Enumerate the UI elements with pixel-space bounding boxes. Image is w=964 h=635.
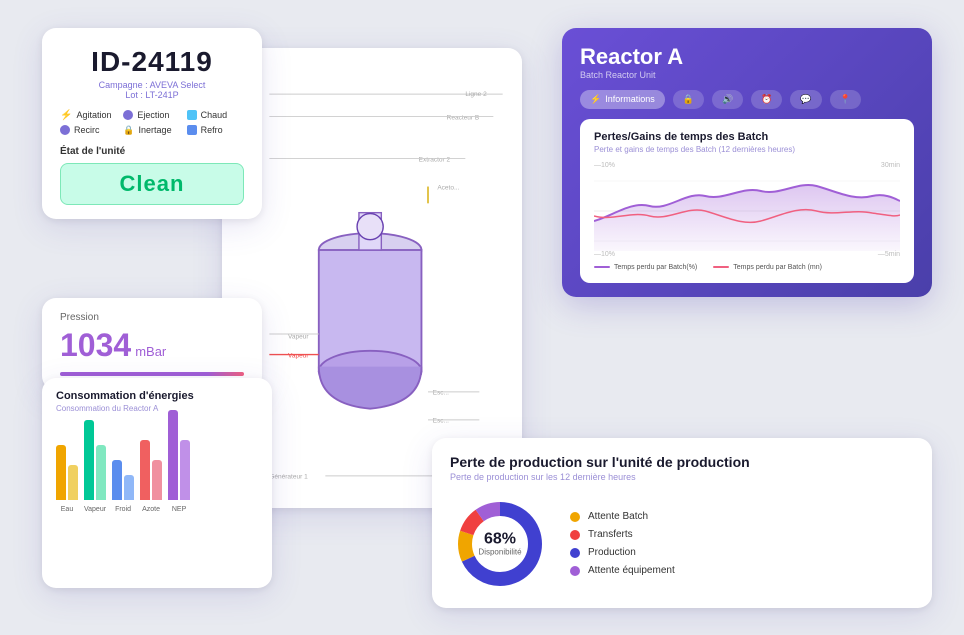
icon-grid: ⚡ Agitation Ejection Chaud Recirc 🔒 Iner… — [60, 110, 244, 136]
donut-label: Disponibilité — [478, 547, 521, 556]
bar-azote-1 — [140, 440, 150, 500]
legend-red: Temps perdu par Batch (mn) — [713, 264, 822, 271]
tab-sound[interactable]: 🔊 — [712, 90, 743, 109]
batch-chart-svg — [594, 171, 900, 251]
tab-clock[interactable]: ⏰ — [751, 90, 782, 109]
icon-recirc: Recirc — [60, 125, 117, 136]
svg-text:Aceto...: Aceto... — [437, 184, 459, 191]
production-content: 68% Disponibilité Attente Batch Transfer… — [450, 494, 914, 594]
axis-left-top: —10% — [594, 162, 615, 169]
bar-vapeur-2 — [96, 445, 106, 500]
bar-group-azote: Azote — [140, 440, 162, 513]
bar-label-eau: Eau — [61, 506, 73, 513]
dot-production — [570, 548, 580, 558]
bar-group-eau: Eau — [56, 445, 78, 513]
reactor-a-card: Reactor A Batch Reactor Unit ⚡ Informati… — [562, 28, 932, 297]
production-title: Perte de production sur l'unité de produ… — [450, 454, 914, 470]
dot-transferts — [570, 530, 580, 540]
batch-legend: Temps perdu par Batch(%) Temps perdu par… — [594, 264, 900, 271]
pressure-value: 1034 mBar — [60, 327, 244, 364]
legend-attente-batch: Attente Batch — [570, 511, 675, 522]
id-campaign: Campagne : AVEVA Select — [60, 80, 244, 90]
donut-chart: 68% Disponibilité — [450, 494, 550, 594]
energy-bar-chart: Eau Vapeur Froid — [56, 421, 258, 531]
energy-subtitle: Consommation du Reactor A — [56, 404, 258, 413]
bar-group-nep: NEP — [168, 410, 190, 513]
icon-refro: Refro — [187, 125, 244, 136]
pressure-label: Pression — [60, 312, 244, 323]
batch-chart-card: Pertes/Gains de temps des Batch Perte et… — [580, 119, 914, 283]
svg-text:Esc...: Esc... — [433, 389, 449, 396]
id-card: ID-24119 Campagne : AVEVA Select Lot : L… — [42, 28, 262, 219]
legend-line-red — [713, 266, 729, 268]
bar-eau-2 — [68, 465, 78, 500]
production-subtitle: Perte de production sur les 12 dernière … — [450, 472, 914, 482]
icon-inertage: 🔒 Inertage — [123, 125, 180, 136]
tab-location[interactable]: 📍 — [830, 90, 861, 109]
bar-nep-1 — [168, 410, 178, 500]
pressure-card: Pression 1034 mBar — [42, 298, 262, 390]
icon-agitation: ⚡ Agitation — [60, 110, 117, 121]
bar-nep-2 — [180, 440, 190, 500]
main-scene: ID-24119 Campagne : AVEVA Select Lot : L… — [22, 18, 942, 618]
legend-attente-equip: Attente équipement — [570, 565, 675, 576]
bar-label-vapeur: Vapeur — [84, 506, 106, 513]
reactor-tabs: ⚡ Informations 🔒 🔊 ⏰ 💬 📍 — [580, 90, 914, 109]
production-legend: Attente Batch Transferts Production Atte… — [570, 511, 675, 576]
pressure-bar — [60, 372, 244, 376]
energy-title: Consommation d'énergies — [56, 390, 258, 402]
donut-center: 68% Disponibilité — [478, 531, 521, 556]
batch-chart-subtitle: Perte et gains de temps des Batch (12 de… — [594, 145, 900, 154]
reactor-subtitle: Batch Reactor Unit — [580, 70, 914, 80]
reactor-diagram-svg: Ligne 1 Ligne 2 Reacteur B Extractor 2 A… — [232, 58, 512, 498]
tab-informations[interactable]: ⚡ Informations — [580, 90, 665, 109]
state-label: État de l'unité — [60, 146, 244, 157]
bar-group-froid: Froid — [112, 460, 134, 513]
production-card: Perte de production sur l'unité de produ… — [432, 438, 932, 608]
bar-eau-1 — [56, 445, 66, 500]
svg-text:Ligne 2: Ligne 2 — [465, 91, 487, 98]
svg-text:Vapeur: Vapeur — [288, 333, 309, 340]
axis-left-bottom: —10% — [594, 251, 615, 258]
dot-attente-batch — [570, 512, 580, 522]
axis-right-bottom: —5min — [878, 251, 900, 258]
axis-right-top: 30min — [881, 162, 900, 169]
bar-label-azote: Azote — [142, 506, 160, 513]
legend-transferts: Transferts — [570, 529, 675, 540]
bar-azote-2 — [152, 460, 162, 500]
energy-card: Consommation d'énergies Consommation du … — [42, 378, 272, 588]
id-number: ID-24119 — [60, 46, 244, 78]
bar-vapeur-1 — [84, 420, 94, 500]
dot-attente-equip — [570, 566, 580, 576]
bar-froid-1 — [112, 460, 122, 500]
svg-text:Extractor 2: Extractor 2 — [419, 156, 451, 163]
legend-production: Production — [570, 547, 675, 558]
state-badge: Clean — [60, 163, 244, 205]
batch-chart-title: Pertes/Gains de temps des Batch — [594, 131, 900, 143]
reactor-title: Reactor A — [580, 44, 914, 70]
pressure-unit: mBar — [135, 344, 166, 359]
bar-group-vapeur: Vapeur — [84, 420, 106, 513]
batch-chart-area — [594, 171, 900, 251]
svg-text:Reacteur B: Reacteur B — [447, 114, 480, 121]
svg-text:Vapeur: Vapeur — [288, 352, 309, 359]
tab-lock[interactable]: 🔒 — [673, 90, 704, 109]
icon-ejection: Ejection — [123, 110, 180, 121]
bar-label-nep: NEP — [172, 506, 186, 513]
icon-chaud: Chaud — [187, 110, 244, 121]
id-lot: Lot : LT-241P — [60, 90, 244, 100]
tab-chat[interactable]: 💬 — [790, 90, 821, 109]
legend-purple: Temps perdu par Batch(%) — [594, 264, 697, 271]
bar-froid-2 — [124, 475, 134, 500]
svg-text:Esc...: Esc... — [433, 417, 449, 424]
legend-line-purple — [594, 266, 610, 268]
donut-percentage: 68% — [478, 531, 521, 547]
svg-text:Générateur 1: Générateur 1 — [269, 473, 308, 480]
bar-label-froid: Froid — [115, 506, 131, 513]
